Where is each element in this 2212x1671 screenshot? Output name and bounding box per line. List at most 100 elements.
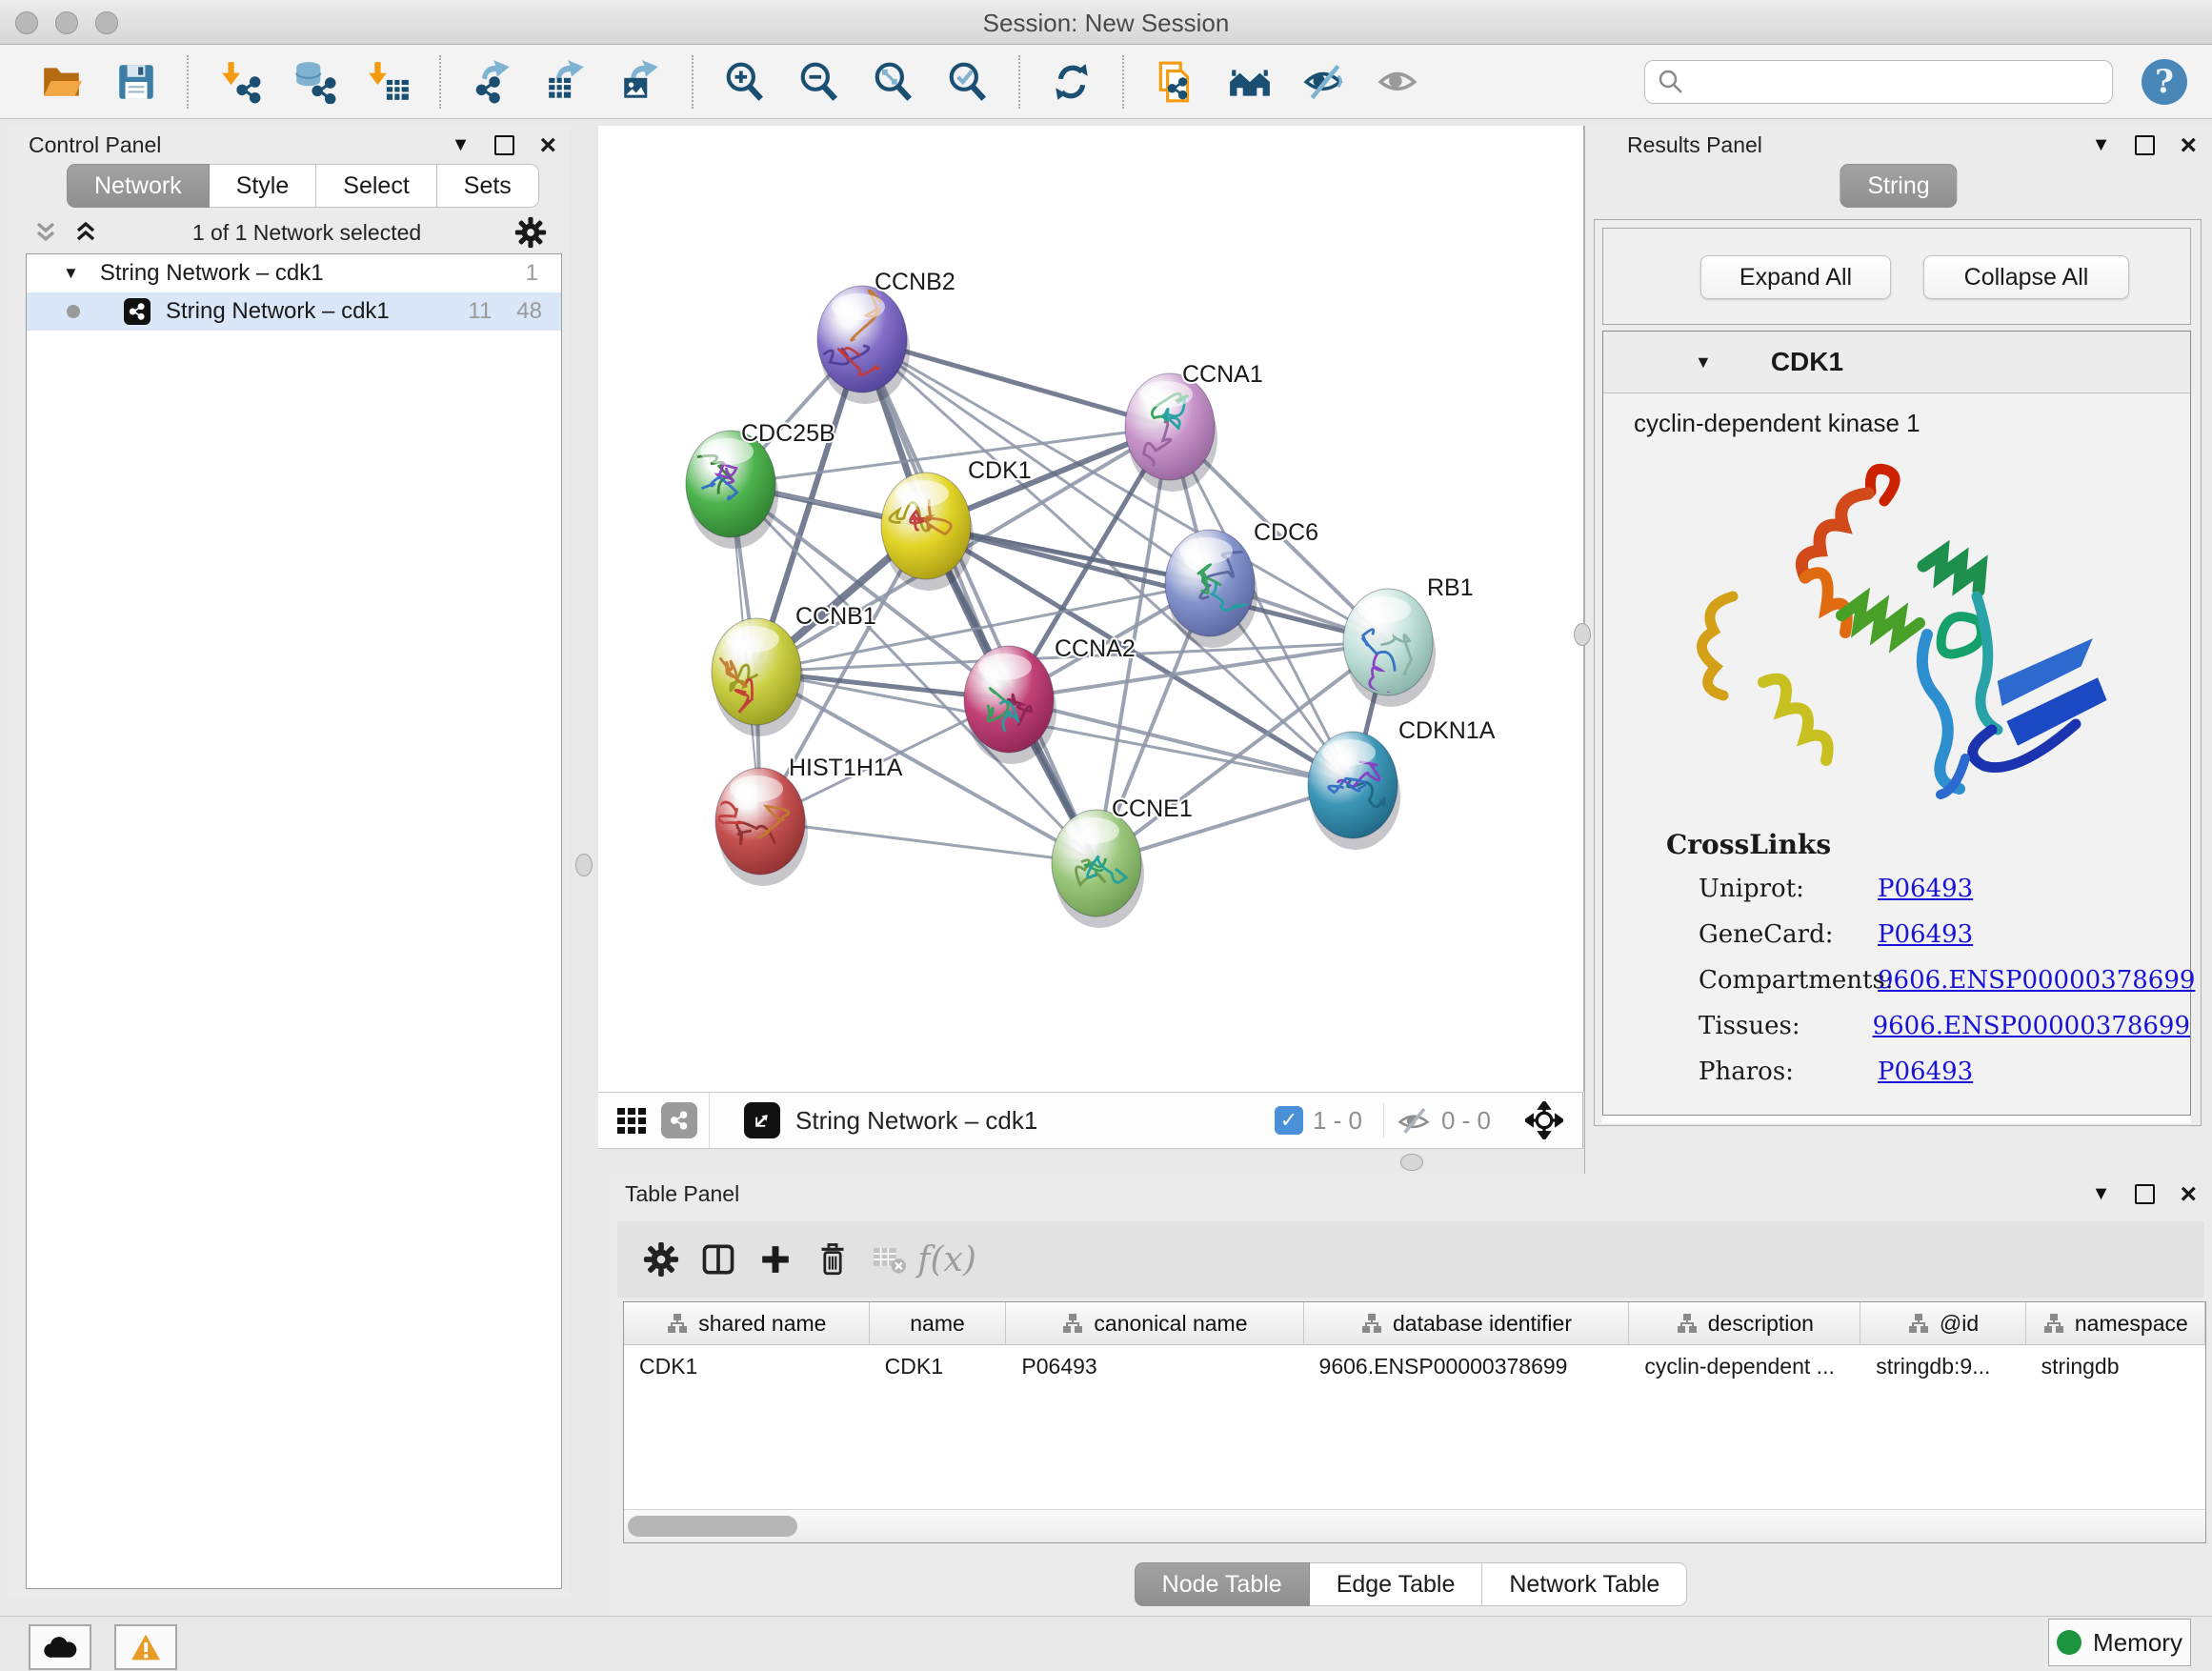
panel-float-icon[interactable]: ▼ [2092, 1183, 2111, 1205]
collapse-all-button[interactable]: Collapse All [1923, 255, 2129, 299]
export-table-button[interactable] [539, 54, 594, 110]
open-folder-button[interactable] [34, 54, 90, 110]
zoom-out-button[interactable] [792, 54, 847, 110]
column-header-description[interactable]: description [1629, 1302, 1860, 1344]
cell[interactable]: 9606.ENSP00000378699 [1304, 1345, 1630, 1387]
node-HIST1H1A[interactable]: HIST1H1A [715, 755, 903, 886]
save-button[interactable] [109, 54, 164, 110]
node-CDC6[interactable]: CDC6 [1165, 519, 1318, 648]
clone-network-button[interactable] [1148, 54, 1203, 110]
column-header-namespace[interactable]: namespace [2026, 1302, 2205, 1344]
crosslink-link[interactable]: P06493 [1878, 1057, 1973, 1086]
column-header-shared-name[interactable]: shared name [624, 1302, 870, 1344]
create-column-icon[interactable] [747, 1231, 804, 1288]
column-header-name[interactable]: name [870, 1302, 1007, 1344]
entry-header[interactable]: ▼ CDK1 [1603, 332, 2190, 393]
cell[interactable]: CDK1 [870, 1345, 1007, 1387]
vertical-splitter-handle[interactable] [575, 854, 593, 876]
tab-style[interactable]: Style [210, 164, 317, 208]
hide-selected-button[interactable] [1297, 54, 1352, 110]
table-row[interactable]: CDK1CDK1P064939606.ENSP00000378699cyclin… [624, 1345, 2205, 1387]
results-splitter-handle[interactable] [1574, 623, 1591, 646]
node-CDC25B[interactable]: CDC25B [686, 420, 835, 549]
network-row[interactable]: String Network – cdk1 11 48 [27, 292, 561, 331]
expand-all-chevron-icon[interactable] [72, 219, 99, 246]
home-button[interactable] [1222, 54, 1277, 110]
cell[interactable]: stringdb:9... [1860, 1345, 2025, 1387]
edge-CCNB2-CCNE1[interactable] [862, 339, 1096, 863]
cell[interactable]: P06493 [1006, 1345, 1303, 1387]
panel-close-icon[interactable]: × [2180, 1186, 2197, 1202]
node-CDKN1A[interactable]: CDKN1A [1308, 717, 1496, 850]
zoom-in-button[interactable] [717, 54, 773, 110]
cell[interactable]: cyclin-dependent ... [1629, 1345, 1860, 1387]
import-network-button[interactable] [212, 54, 268, 110]
crosslink-link[interactable]: P06493 [1878, 920, 1973, 949]
tab-node-table[interactable]: Node Table [1135, 1562, 1310, 1606]
entry-expander-icon[interactable]: ▼ [1695, 352, 1712, 372]
table-hscrollbar[interactable] [624, 1509, 2205, 1542]
hscroll-thumb[interactable] [628, 1516, 797, 1537]
memory-button[interactable]: Memory [2048, 1619, 2191, 1666]
tab-string[interactable]: String [1840, 164, 1957, 208]
node-CCNB2[interactable]: CCNB2 [817, 269, 955, 404]
expand-all-button[interactable]: Expand All [1700, 255, 1891, 299]
collapse-all-chevron-icon[interactable] [32, 219, 59, 246]
table-settings-gear-icon[interactable] [633, 1231, 690, 1288]
detach-view-icon[interactable] [744, 1102, 780, 1138]
export-network-button[interactable] [465, 54, 520, 110]
birds-eye-toggle-icon[interactable] [1525, 1101, 1563, 1139]
toolbar-separator [187, 55, 190, 109]
panel-float-icon[interactable]: ▼ [2092, 134, 2111, 156]
horizontal-splitter[interactable] [598, 1150, 1583, 1174]
node-CCNB1[interactable]: CCNB1 [712, 603, 876, 736]
memory-label: Memory [2093, 1628, 2182, 1658]
tab-select[interactable]: Select [316, 164, 436, 208]
refresh-button[interactable] [1044, 54, 1099, 110]
panel-maximize-icon[interactable] [2135, 135, 2155, 155]
panel-close-icon[interactable]: × [2180, 137, 2197, 153]
network-collection-row[interactable]: ▼ String Network – cdk1 1 [27, 254, 561, 292]
search-input[interactable] [1644, 60, 2113, 104]
results-buttons-box: Expand All Collapse All [1602, 228, 2191, 325]
panel-close-icon[interactable]: × [539, 137, 556, 153]
node-RB1[interactable]: RB1 [1343, 574, 1474, 707]
crosslink-link[interactable]: 9606.ENSP00000378699 [1878, 966, 2195, 995]
import-database-button[interactable] [287, 54, 342, 110]
show-eye-button[interactable] [1371, 54, 1426, 110]
network-options-gear-icon[interactable] [514, 216, 547, 249]
warnings-button[interactable] [114, 1624, 177, 1670]
node-label-CDK1: CDK1 [968, 457, 1032, 484]
help-button[interactable]: ? [2142, 59, 2187, 105]
cloud-status-button[interactable] [29, 1624, 91, 1670]
panel-maximize-icon[interactable] [494, 135, 514, 155]
node-CCNA2[interactable]: CCNA2 [964, 635, 1136, 764]
delete-column-trash-icon[interactable] [804, 1231, 861, 1288]
network-canvas[interactable]: CCNB2 CCNA1 CDC25B CDK1 CDC6RB1 CCNB1 CCNA2 CDK… [598, 126, 1584, 1092]
zoom-fit-button[interactable] [866, 54, 921, 110]
grid-view-icon[interactable] [615, 1104, 648, 1137]
cell[interactable]: CDK1 [624, 1345, 870, 1387]
zoom-selected-button[interactable] [940, 54, 995, 110]
tab-network-table[interactable]: Network Table [1482, 1562, 1687, 1606]
export-image-button[interactable] [613, 54, 669, 110]
crosslink-label: Tissues: [1699, 1012, 1873, 1040]
tab-network[interactable]: Network [67, 164, 210, 208]
show-columns-icon[interactable] [690, 1231, 747, 1288]
column-header-canonical-name[interactable]: canonical name [1006, 1302, 1303, 1344]
selected-checkbox-icon[interactable]: ✓ [1275, 1106, 1303, 1135]
crosslink-link[interactable]: P06493 [1878, 875, 1973, 903]
cell[interactable]: stringdb [2026, 1345, 2205, 1387]
panel-maximize-icon[interactable] [2135, 1184, 2155, 1204]
column-header-@id[interactable]: @id [1860, 1302, 2025, 1344]
edge-HIST1H1A-CCNE1[interactable] [760, 821, 1096, 863]
node-CCNA1[interactable]: CCNA1 [1125, 361, 1263, 492]
tab-edge-table[interactable]: Edge Table [1310, 1562, 1483, 1606]
tree-expander-icon[interactable]: ▼ [63, 264, 79, 283]
import-table-button[interactable] [361, 54, 416, 110]
crosslink-link[interactable]: 9606.ENSP00000378699 [1873, 1012, 2190, 1040]
column-header-database-identifier[interactable]: database identifier [1304, 1302, 1630, 1344]
panel-float-icon[interactable]: ▼ [452, 134, 471, 156]
tab-sets[interactable]: Sets [437, 164, 539, 208]
string-view-icon[interactable] [661, 1102, 697, 1138]
